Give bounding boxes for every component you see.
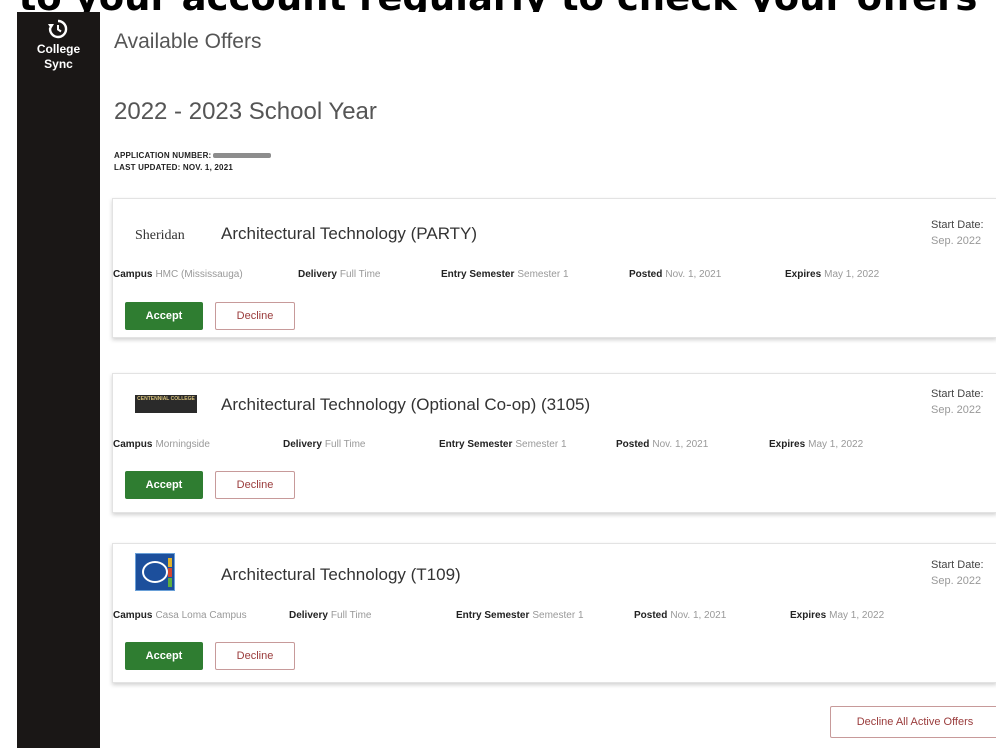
expires-label: Expires <box>769 439 806 450</box>
delivery-label: Delivery <box>298 269 337 280</box>
decline-button[interactable]: Decline <box>215 471 295 499</box>
offer-card: CENTENNIAL COLLEGE Architectural Technol… <box>112 373 996 513</box>
start-date-value: Sep. 2022 <box>931 235 982 247</box>
expires-detail: Expires May 1, 2022 <box>785 269 879 280</box>
posted-value: Nov. 1, 2021 <box>665 269 722 280</box>
delivery-label: Delivery <box>289 610 328 621</box>
posted-detail: Posted Nov. 1, 2021 <box>629 269 721 280</box>
start-date-label: Start Date: <box>931 559 984 571</box>
campus-value: Morningside <box>155 439 210 450</box>
delivery-value: Full Time <box>339 269 381 280</box>
start-date-label: Start Date: <box>931 388 984 400</box>
posted-value: Nov. 1, 2021 <box>652 439 709 450</box>
campus-detail: Campus HMC (Mississauga) <box>113 269 243 280</box>
entry-semester-label: Entry Semester <box>439 439 513 450</box>
accept-button[interactable]: Accept <box>125 642 203 670</box>
start-date-value: Sep. 2022 <box>931 404 982 416</box>
expires-value: May 1, 2022 <box>808 439 864 450</box>
delivery-detail: Delivery Full Time <box>298 269 380 280</box>
history-icon[interactable] <box>47 18 69 40</box>
sheridan-logo: Sheridan <box>135 228 185 243</box>
entry-semester-detail: Entry Semester Semester 1 <box>456 610 584 621</box>
posted-value: Nov. 1, 2021 <box>670 610 727 621</box>
posted-detail: Posted Nov. 1, 2021 <box>616 439 708 450</box>
campus-value: HMC (Mississauga) <box>155 269 243 280</box>
expires-label: Expires <box>785 269 822 280</box>
redacted-application-number <box>213 153 272 159</box>
delivery-detail: Delivery Full Time <box>283 439 365 450</box>
accept-button[interactable]: Accept <box>125 302 203 330</box>
centennial-logo: CENTENNIAL COLLEGE <box>135 395 197 413</box>
main-content: Available Offers 2022 - 2023 School Year… <box>100 12 996 748</box>
campus-label: Campus <box>113 610 153 621</box>
decline-all-offers-button[interactable]: Decline All Active Offers <box>830 706 996 738</box>
delivery-value: Full Time <box>330 610 372 621</box>
offer-card: Sheridan Architectural Technology (PARTY… <box>112 198 996 338</box>
app-name-line2: Sync <box>44 57 73 71</box>
decline-button[interactable]: Decline <box>215 302 295 330</box>
entry-semester-value: Semester 1 <box>517 269 569 280</box>
program-title[interactable]: Architectural Technology (T109) <box>221 565 461 585</box>
application-number: APPLICATION NUMBER: <box>114 151 272 160</box>
delivery-label: Delivery <box>283 439 322 450</box>
sidebar: College Sync <box>17 12 100 748</box>
application-number-label: APPLICATION NUMBER: <box>114 151 212 160</box>
posted-label: Posted <box>634 610 668 621</box>
entry-semester-detail: Entry Semester Semester 1 <box>441 269 569 280</box>
posted-label: Posted <box>616 439 650 450</box>
posted-detail: Posted Nov. 1, 2021 <box>634 610 726 621</box>
last-updated: LAST UPDATED: NOV. 1, 2021 <box>114 163 234 172</box>
entry-semester-value: Semester 1 <box>515 439 567 450</box>
decline-button[interactable]: Decline <box>215 642 295 670</box>
entry-semester-detail: Entry Semester Semester 1 <box>439 439 567 450</box>
campus-detail: Campus Casa Loma Campus <box>113 610 247 621</box>
logo-ring-shape <box>142 561 168 583</box>
campus-label: Campus <box>113 439 153 450</box>
delivery-value: Full Time <box>324 439 366 450</box>
expires-label: Expires <box>790 610 827 621</box>
program-title[interactable]: Architectural Technology (Optional Co-op… <box>221 395 590 415</box>
campus-value: Casa Loma Campus <box>155 610 247 621</box>
expires-value: May 1, 2022 <box>829 610 885 621</box>
school-year-heading: 2022 - 2023 School Year <box>114 98 377 125</box>
logo-stripe <box>168 568 172 577</box>
page-title: Available Offers <box>114 30 262 53</box>
campus-label: Campus <box>113 269 153 280</box>
offer-card: Architectural Technology (T109) Start Da… <box>112 543 996 683</box>
expires-detail: Expires May 1, 2022 <box>769 439 863 450</box>
logo-stripe <box>168 558 172 567</box>
start-date-label: Start Date: <box>931 219 984 231</box>
accept-button[interactable]: Accept <box>125 471 203 499</box>
app-name-line1: College <box>36 42 81 56</box>
entry-semester-label: Entry Semester <box>441 269 515 280</box>
start-date-value: Sep. 2022 <box>931 575 982 587</box>
expires-detail: Expires May 1, 2022 <box>790 610 884 621</box>
campus-detail: Campus Morningside <box>113 439 210 450</box>
george-brown-logo <box>135 553 175 591</box>
delivery-detail: Delivery Full Time <box>289 610 371 621</box>
posted-label: Posted <box>629 269 663 280</box>
entry-semester-label: Entry Semester <box>456 610 530 621</box>
program-title[interactable]: Architectural Technology (PARTY) <box>221 224 477 244</box>
logo-stripe <box>168 578 172 587</box>
expires-value: May 1, 2022 <box>824 269 880 280</box>
entry-semester-value: Semester 1 <box>532 610 584 621</box>
